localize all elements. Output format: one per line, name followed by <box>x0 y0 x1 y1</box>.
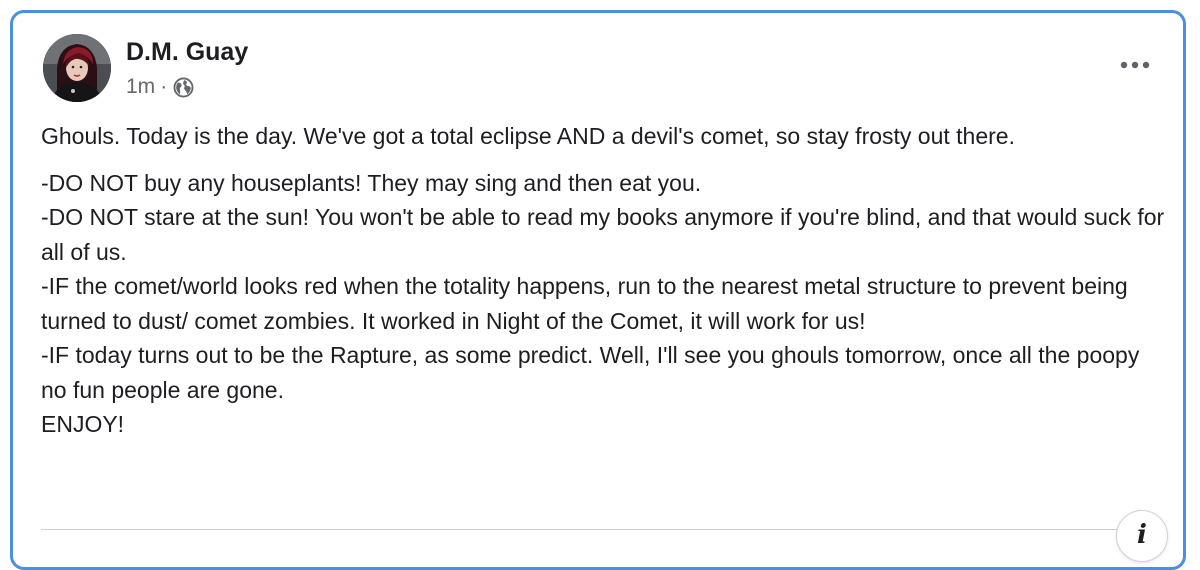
author-name[interactable]: D.M. Guay <box>126 38 248 67</box>
post-line: ENJOY! <box>41 411 125 437</box>
post-line: -DO NOT buy any houseplants! They may si… <box>41 169 702 196</box>
meta-separator: · <box>160 75 168 98</box>
post-divider <box>41 529 1165 530</box>
post-line: -IF today turns out to be the Rapture, a… <box>41 342 1140 403</box>
post-timestamp[interactable]: 1m <box>126 75 155 99</box>
more-options-button[interactable] <box>1115 53 1155 77</box>
avatar[interactable] <box>43 34 111 102</box>
post-paragraph: Ghouls. Today is the day. We've got a to… <box>41 123 1015 149</box>
post-line: -DO NOT stare at the sun! You won't be a… <box>41 204 1165 265</box>
post-line: -IF the comet/world looks red when the t… <box>41 273 1128 334</box>
post-card: D.M. Guay 1m · Ghouls. Today is the day.… <box>10 10 1186 570</box>
post-meta: 1m · <box>126 75 194 99</box>
globe-icon[interactable] <box>173 77 194 98</box>
info-button[interactable]: i <box>1117 511 1167 561</box>
avatar-image <box>43 34 111 102</box>
info-icon: i <box>1137 520 1147 550</box>
more-options-icon <box>1120 61 1150 69</box>
post-body: Ghouls. Today is the day. We've got a to… <box>41 119 1165 442</box>
